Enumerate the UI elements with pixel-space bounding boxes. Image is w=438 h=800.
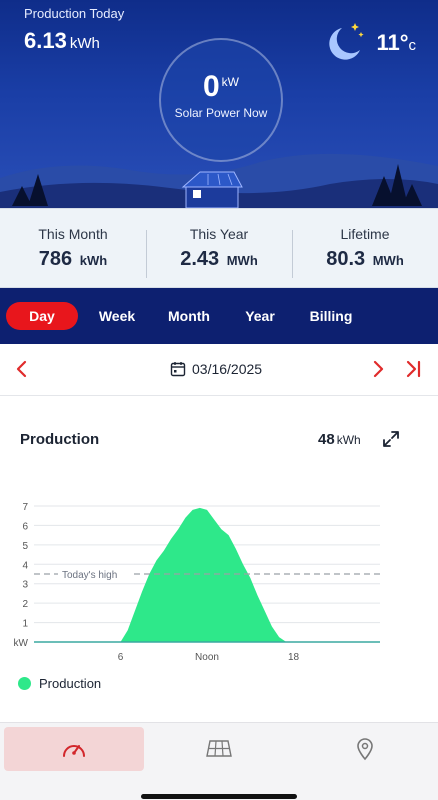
solar-power-unit: kW	[221, 75, 239, 89]
legend-label: Production	[39, 676, 102, 691]
stat-unit: kWh	[79, 252, 108, 268]
chart-legend: Production	[18, 676, 101, 691]
solar-power-value: 0 kW	[161, 70, 281, 104]
stat-label: Lifetime	[340, 225, 390, 242]
period-tabs: Day Week Month Year Billing	[0, 288, 438, 344]
x-tick-label: Noon	[195, 652, 219, 663]
y-tick-label: 6	[22, 521, 28, 532]
y-tick-label: 2	[22, 599, 28, 610]
todays-high-label: Today's high	[62, 570, 117, 581]
stat-number: 80.3	[326, 247, 366, 270]
date-picker[interactable]: 03/16/2025	[170, 361, 262, 377]
y-tick-label: 5	[22, 541, 28, 552]
tab-month[interactable]: Month	[150, 302, 228, 330]
dashboard-gauge-icon	[63, 745, 85, 757]
stat-value: 786 kWh	[0, 248, 146, 271]
tab-year[interactable]: Year	[228, 302, 292, 330]
nav-dashboard[interactable]	[4, 727, 144, 771]
production-chart: 7 6 5 4 3 2 1 kW Today's high 6 Noon 18	[14, 502, 380, 663]
bottom-navigation	[0, 722, 438, 800]
nav-system[interactable]	[149, 727, 289, 771]
x-tick-label: 6	[118, 652, 124, 663]
legend-swatch	[18, 677, 31, 690]
production-total-unit: kWh	[336, 433, 361, 447]
stat-this-month: This Month 786 kWh	[0, 226, 146, 271]
production-today-number: 6.13	[24, 28, 67, 53]
tab-day[interactable]: Day	[6, 302, 78, 330]
summary-stats: This Month 786 kWh This Year 2.43 MWh Li…	[0, 208, 438, 288]
solar-power-now-circle: 0 kW Solar Power Now	[159, 38, 283, 162]
temperature-unit: c	[408, 37, 417, 54]
stat-value: 80.3 MWh	[292, 248, 438, 271]
temperature: 11°c	[376, 30, 416, 56]
temperature-value: 11°	[376, 30, 409, 55]
chevron-right-icon[interactable]	[370, 358, 386, 380]
skip-to-end-icon[interactable]	[404, 358, 424, 380]
y-tick-label: 1	[22, 619, 28, 630]
moon-stars-icon	[329, 23, 365, 60]
weather-widget: 11°c	[320, 20, 416, 66]
stat-this-year: This Year 2.43 MWh	[146, 225, 292, 278]
hero-panel: Production Today 6.13 kWh 11°c 0 kW Sola…	[0, 0, 438, 208]
production-total-value: 48	[318, 431, 335, 448]
stat-lifetime: Lifetime 80.3 MWh	[292, 225, 438, 278]
stat-label: This Year	[189, 225, 249, 242]
chevron-left-icon[interactable]	[14, 358, 30, 380]
production-today-label: Production Today	[24, 6, 125, 21]
nav-location[interactable]	[295, 727, 435, 771]
y-tick-label: kW	[14, 638, 29, 649]
expand-icon[interactable]	[382, 430, 400, 448]
stat-number: 786	[38, 247, 73, 270]
x-tick-label: 18	[288, 652, 300, 663]
solar-power-number: 0	[202, 70, 220, 103]
stat-number: 2.43	[180, 247, 220, 270]
production-total: 48 kWh	[318, 431, 361, 448]
calendar-icon	[170, 362, 186, 377]
y-tick-label: 4	[22, 560, 28, 571]
tab-billing[interactable]: Billing	[292, 302, 370, 330]
production-today-value: 6.13 kWh	[24, 28, 100, 54]
y-tick-label: 7	[22, 502, 28, 513]
solar-panel-icon	[206, 740, 232, 757]
production-today-unit: kWh	[69, 35, 100, 52]
stat-unit: MWh	[226, 252, 258, 268]
location-pin-icon	[357, 738, 373, 761]
y-tick-label: 3	[22, 580, 28, 591]
date-navigator: 03/16/2025	[0, 344, 438, 396]
home-indicator	[141, 794, 297, 799]
stat-value: 2.43 MWh	[146, 248, 292, 271]
solar-power-caption: Solar Power Now	[174, 106, 268, 120]
date-label: 03/16/2025	[192, 361, 263, 377]
production-card: Production 48 kWh 7 6 5 4 3 2 1 kW Today's high 6 N…	[0, 396, 438, 722]
stat-label: This Month	[38, 225, 108, 242]
stat-unit: MWh	[372, 252, 404, 268]
tab-week[interactable]: Week	[84, 302, 150, 330]
production-title: Production	[20, 431, 100, 448]
